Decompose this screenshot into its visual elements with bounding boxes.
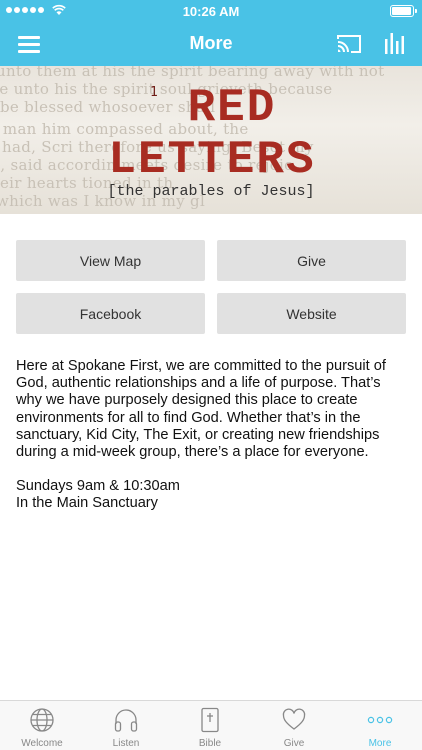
- tab-bible-label: Bible: [198, 738, 222, 749]
- navbar: More: [0, 22, 422, 66]
- banner-title-line2: LETTERS: [108, 134, 316, 186]
- more-dots-icon: [367, 716, 393, 724]
- globe-icon: [30, 708, 54, 732]
- facebook-button[interactable]: Facebook: [16, 293, 205, 334]
- tab-listen-label: Listen: [112, 738, 140, 749]
- banner-title-line1: RED: [187, 82, 277, 134]
- cast-icon[interactable]: [336, 33, 362, 55]
- tab-give[interactable]: Give: [252, 701, 336, 750]
- bible-icon: [201, 707, 219, 733]
- headphones-icon: [114, 709, 138, 732]
- church-description: Here at Spokane First, we are committed …: [16, 358, 386, 461]
- service-info: Sundays 9am & 10:30am In the Main Sanctu…: [16, 478, 408, 512]
- service-location: In the Main Sanctuary: [16, 495, 158, 512]
- tab-more[interactable]: More: [338, 701, 422, 750]
- status-bar: 10:26 AM: [0, 0, 422, 22]
- series-banner-image: unto them at his the spirit bearing away…: [0, 66, 422, 214]
- heart-icon: [282, 708, 306, 730]
- battery-icon: [390, 5, 417, 17]
- tab-bar: Welcome Listen Bible Give More: [0, 700, 422, 750]
- tab-welcome-label: Welcome: [21, 738, 63, 749]
- tab-welcome[interactable]: Welcome: [0, 701, 84, 750]
- tab-listen[interactable]: Listen: [84, 701, 168, 750]
- tab-bible[interactable]: Bible: [168, 701, 252, 750]
- view-map-button[interactable]: View Map: [16, 240, 205, 281]
- website-button[interactable]: Website: [217, 293, 406, 334]
- service-times: Sundays 9am & 10:30am: [16, 478, 180, 494]
- give-button[interactable]: Give: [217, 240, 406, 281]
- audio-bars-icon[interactable]: [384, 31, 406, 55]
- status-time: 10:26 AM: [182, 4, 240, 19]
- banner-subtitle: [the parables of Jesus]: [107, 183, 315, 200]
- tab-give-label: Give: [283, 738, 305, 749]
- tab-more-label: More: [368, 738, 392, 749]
